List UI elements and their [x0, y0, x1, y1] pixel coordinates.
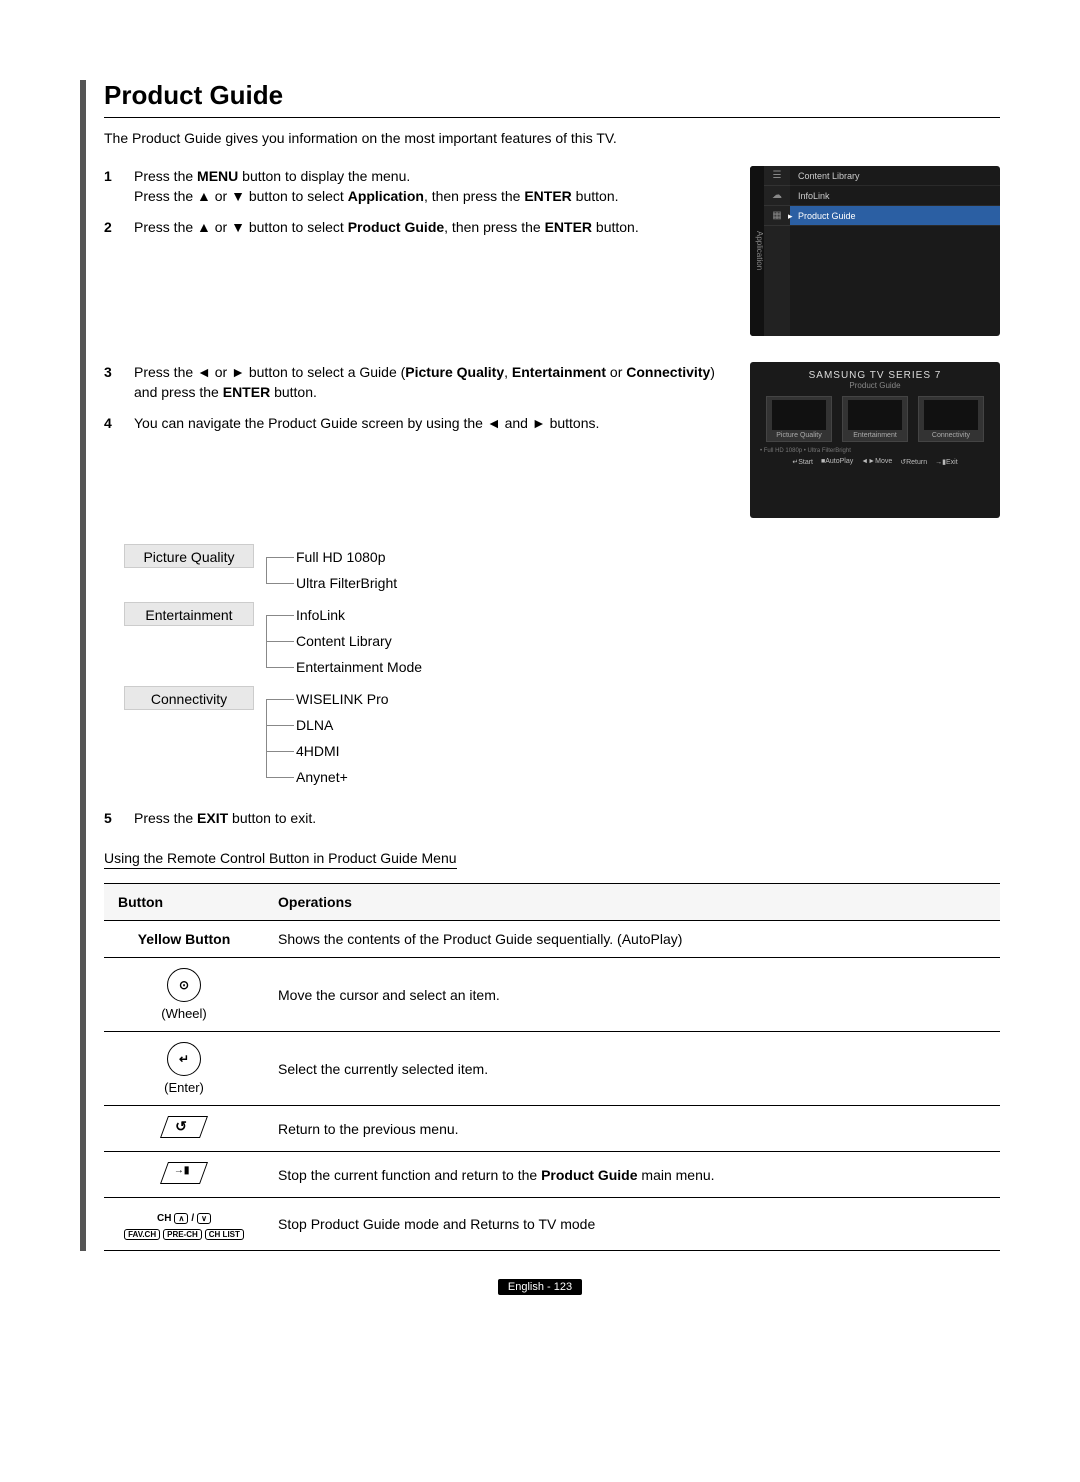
button-cell — [104, 1106, 264, 1152]
tree-category: Entertainment — [124, 602, 254, 626]
step: 1 Press the MENU button to display the me… — [104, 166, 730, 207]
tv-menu-icon: ☁ — [764, 186, 790, 206]
step-5: 5 Press the EXIT button to exit. — [104, 808, 1000, 828]
tv-menu-screenshot: Application ☰ ☁ ▦ Content LibraryInfoLin… — [750, 166, 1000, 336]
exit-icon — [160, 1162, 208, 1184]
tree-item: Full HD 1080p — [284, 544, 397, 570]
step-number: 4 — [104, 413, 118, 433]
pg-hint: →▮Exit — [935, 458, 958, 466]
tv-menu-icon: ▦ — [764, 206, 790, 226]
operation-cell: Return to the previous menu. — [264, 1106, 1000, 1152]
tv-menu-item: InfoLink — [790, 186, 1000, 206]
tv-menu-icon: ☰ — [764, 166, 790, 186]
tree-item: Ultra FilterBright — [284, 570, 397, 596]
tv-menu-item: Product Guide — [790, 206, 1000, 226]
tree-item: Anynet+ — [284, 764, 389, 790]
steps-group-a: 1 Press the MENU button to display the me… — [104, 166, 730, 336]
tree-item: 4HDMI — [284, 738, 389, 764]
pg-hint: ↺Return — [900, 458, 927, 466]
tv-menu-item: Content Library — [790, 166, 1000, 186]
page-footer: English - 123 — [80, 1277, 1000, 1293]
divider — [104, 117, 1000, 118]
tv-menu-vtab: Application — [750, 166, 764, 336]
operation-cell: Select the currently selected item. — [264, 1032, 1000, 1106]
tv-menu-items: Content LibraryInfoLinkProduct Guide — [790, 166, 1000, 336]
table-row: Yellow Button Shows the contents of the P… — [104, 921, 1000, 958]
pg-card: Entertainment — [842, 396, 908, 442]
pg-card: Connectivity — [918, 396, 984, 442]
intro-text: The Product Guide gives you information … — [104, 130, 1000, 146]
step-text: You can navigate the Product Guide scree… — [134, 413, 730, 433]
step-text: Press the EXIT button to exit. — [134, 808, 1000, 828]
table-row: ⊙ (Wheel) Move the cursor and select an it… — [104, 958, 1000, 1032]
step-text: Press the ▲ or ▼ button to select Produc… — [134, 217, 730, 237]
steps-group-b: 3 Press the ◄ or ► button to select a Gui… — [104, 362, 730, 518]
ch-row: CH ∧/∨ — [157, 1213, 211, 1224]
ch-down-icon: ∨ — [197, 1213, 211, 1224]
feature-tree: Picture Quality Full HD 1080pUltra Filter… — [124, 544, 1000, 790]
step: 4 You can navigate the Product Guide scre… — [104, 413, 730, 433]
pg-note: • Full HD 1080p • Ultra FilterBright — [760, 448, 990, 454]
step: 2 Press the ▲ or ▼ button to select Produ… — [104, 217, 730, 237]
tree-item: Content Library — [284, 628, 422, 654]
return-icon — [160, 1116, 208, 1138]
step-text: Press the MENU button to display the men… — [134, 166, 730, 207]
wheel-icon: ⊙ — [167, 968, 201, 1002]
tree-item: InfoLink — [284, 602, 422, 628]
ch-up-icon: ∧ — [174, 1213, 188, 1224]
tree-item: Entertainment Mode — [284, 654, 422, 680]
pg-cards: Picture QualityEntertainmentConnectivity — [760, 396, 990, 442]
table-row: Return to the previous menu. — [104, 1106, 1000, 1152]
remote-subheading: Using the Remote Control Button in Produ… — [104, 850, 457, 869]
button-cell: CH ∧/∨ FAV.CHPRE-CHCH LIST — [104, 1198, 264, 1251]
pg-subtitle: Product Guide — [760, 381, 990, 390]
button-cell: Yellow Button — [104, 921, 264, 958]
operation-cell: Stop the current function and return to … — [264, 1152, 1000, 1198]
product-guide-screenshot: SAMSUNG TV SERIES 7 Product Guide Pictur… — [750, 362, 1000, 518]
pg-hint: ◄►Move — [861, 458, 892, 466]
step-number: 1 — [104, 166, 118, 207]
wheel-label: (Wheel) — [118, 1006, 250, 1021]
table-header-button: Button — [104, 884, 264, 921]
page-title: Product Guide — [104, 80, 1000, 111]
step-number: 3 — [104, 362, 118, 403]
button-cell: ⊙ (Wheel) — [104, 958, 264, 1032]
pg-brand: SAMSUNG TV SERIES 7 — [760, 370, 990, 381]
pg-card: Picture Quality — [766, 396, 832, 442]
ch-key: CH LIST — [205, 1229, 244, 1240]
remote-table: Button Operations Yellow Button Shows the… — [104, 883, 1000, 1251]
table-row: ↵ (Enter) Select the currently selected it… — [104, 1032, 1000, 1106]
ch-key: PRE-CH — [163, 1229, 202, 1240]
enter-label: (Enter) — [118, 1080, 250, 1095]
pg-hint: ↵Start — [792, 458, 813, 466]
yellow-button-label: Yellow Button — [138, 931, 231, 947]
step-text: Press the ◄ or ► button to select a Guid… — [134, 362, 730, 403]
operation-cell: Move the cursor and select an item. — [264, 958, 1000, 1032]
pg-hint: ■AutoPlay — [821, 458, 853, 466]
operation-cell: Shows the contents of the Product Guide … — [264, 921, 1000, 958]
page-number-badge: English - 123 — [498, 1279, 582, 1295]
tree-item: WISELINK Pro — [284, 686, 389, 712]
tree-category: Connectivity — [124, 686, 254, 710]
button-cell — [104, 1152, 264, 1198]
tree-item: DLNA — [284, 712, 389, 738]
operation-cell: Stop Product Guide mode and Returns to T… — [264, 1198, 1000, 1251]
table-header-operations: Operations — [264, 884, 1000, 921]
button-cell: ↵ (Enter) — [104, 1032, 264, 1106]
step-number: 5 — [104, 808, 118, 828]
tree-category: Picture Quality — [124, 544, 254, 568]
tv-menu-icons: ☰ ☁ ▦ — [764, 166, 790, 336]
step: 3 Press the ◄ or ► button to select a Gui… — [104, 362, 730, 403]
ch-key: FAV.CH — [124, 1229, 160, 1240]
table-row: Stop the current function and return to … — [104, 1152, 1000, 1198]
step-number: 2 — [104, 217, 118, 237]
pg-hints: ↵Start ■AutoPlay ◄►Move ↺Return →▮Exit — [760, 458, 990, 466]
enter-icon: ↵ — [167, 1042, 201, 1076]
table-row: CH ∧/∨ FAV.CHPRE-CHCH LIST Stop Product Gu… — [104, 1198, 1000, 1251]
